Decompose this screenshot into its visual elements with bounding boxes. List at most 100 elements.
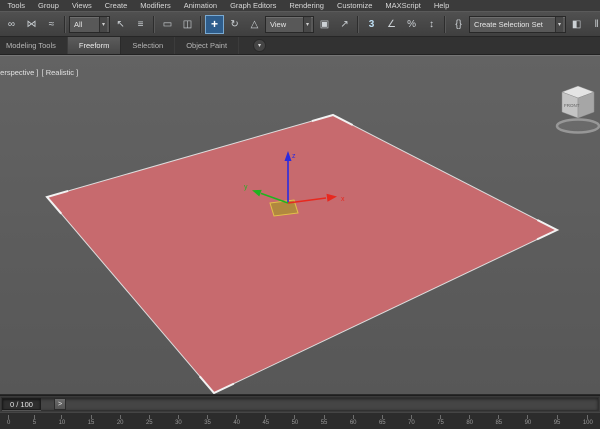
time-slider-handle[interactable]: 0 / 100 [2, 398, 41, 410]
tick-label: 20 [116, 420, 124, 426]
coord-system-value: View [270, 19, 287, 29]
rectangular-selection-region-button[interactable]: ▭ [158, 15, 177, 34]
tick-label: 95 [553, 420, 561, 426]
edit-named-selection-sets-button[interactable]: {} [449, 15, 468, 34]
selection-filter-value: All [74, 19, 83, 29]
viewcube-front-label: FRONT [564, 103, 580, 108]
menu-item[interactable]: Tools [1, 0, 32, 11]
tick-label: 30 [175, 420, 182, 426]
time-slider-bar: 0 / 100 > [0, 395, 600, 412]
plane-object[interactable] [46, 114, 559, 394]
trackbar-tick: 100 [583, 415, 593, 429]
tick-label: 50 [291, 420, 299, 426]
time-slider-track[interactable] [1, 397, 599, 411]
snap-toggle-3d-button[interactable]: 3 [362, 15, 381, 34]
tick-label: 35 [204, 420, 211, 426]
menu-item[interactable]: Help [427, 0, 455, 11]
menu-bar: Tools Group Views Create Modifiers Animation G… [0, 0, 600, 11]
select-and-manipulate-button[interactable]: ↗ [335, 15, 354, 34]
perspective-viewport[interactable]: [ Perspective ] [ Realistic ] z x [0, 55, 600, 395]
menu-item[interactable]: Customize [330, 0, 378, 11]
trackbar-tick: 60 [350, 415, 357, 429]
next-frame-button[interactable]: > [54, 398, 66, 410]
spinner-snap-toggle[interactable]: ↕ [422, 15, 441, 34]
tick-label: 0 [7, 420, 11, 426]
tick-mark [587, 415, 589, 419]
tick-label: 70 [408, 420, 415, 426]
menu-item[interactable]: Rendering [283, 0, 331, 11]
track-bar-ticks: 0 5 10 15 20 25 30 35 40 45 50 55 60 65 … [7, 415, 593, 429]
menu-item[interactable]: Graph Editors [224, 0, 283, 11]
select-and-link-button[interactable]: ∞ [2, 15, 21, 34]
viewport-scene[interactable]: z x y FRONT [0, 56, 600, 394]
tick-mark [469, 415, 471, 419]
angle-snap-toggle[interactable]: ∠ [382, 15, 401, 34]
tick-label: 15 [87, 420, 95, 426]
named-selection-sets-dropdown[interactable]: Create Selection Set ▾ [469, 15, 567, 33]
menu-item[interactable]: Animation [177, 0, 223, 11]
toolbar-separator [64, 15, 66, 33]
reference-coordinate-system-dropdown[interactable]: View ▾ [265, 15, 315, 33]
ribbon-minimize-button[interactable]: ▾ [253, 39, 267, 52]
trackbar-tick: 65 [379, 415, 386, 429]
trackbar-tick: 10 [59, 415, 65, 429]
tick-mark [61, 415, 63, 419]
chevron-down-icon: ▾ [555, 16, 564, 32]
tick-mark [527, 415, 529, 419]
trackbar-tick: 35 [204, 415, 211, 429]
mirror-button[interactable]: ◧ [567, 15, 586, 34]
tick-label: 100 [582, 420, 593, 426]
toolbar-separator [200, 15, 203, 33]
tick-mark [498, 415, 500, 419]
tick-label: 85 [495, 420, 503, 426]
trackbar-tick: 30 [175, 415, 182, 429]
trackbar-tick: 70 [408, 415, 415, 429]
bind-to-space-warp-button[interactable]: ≈ [42, 15, 61, 34]
menu-item[interactable]: MAXScript [379, 0, 427, 11]
select-object-button[interactable]: ↖ [111, 15, 130, 34]
app-window: Tools Group Views Create Modifiers Animation G… [0, 0, 600, 429]
track-bar[interactable]: 0 5 10 15 20 25 30 35 40 45 50 55 60 65 … [0, 412, 600, 429]
tab-freeform[interactable]: Freeform [67, 37, 122, 54]
trackbar-tick: 85 [495, 415, 502, 429]
chevron-down-icon: ▾ [99, 16, 108, 32]
tab-selection[interactable]: Selection [121, 37, 176, 54]
select-by-name-button[interactable]: ≡ [131, 15, 150, 34]
toolbar-separator [153, 15, 156, 33]
select-and-scale-button[interactable]: △ [245, 15, 264, 34]
tick-label: 5 [32, 420, 37, 426]
viewcube[interactable]: FRONT [555, 85, 600, 134]
tick-mark [440, 415, 442, 419]
align-button[interactable]: ‖ [587, 15, 600, 34]
select-and-rotate-button[interactable]: ↻ [225, 15, 244, 34]
gizmo-x-label: x [341, 196, 345, 203]
trackbar-tick: 90 [525, 415, 531, 429]
tab-object-paint[interactable]: Object Paint [175, 37, 240, 54]
use-pivot-point-center-button[interactable]: ▣ [315, 15, 334, 34]
trackbar-tick: 55 [320, 415, 328, 429]
viewport-pov-label[interactable]: [ Perspective ] [0, 68, 39, 77]
gizmo-y-label: y [244, 184, 248, 191]
tab-modeling-tools[interactable]: Modeling Tools [0, 37, 68, 54]
selection-filter-dropdown[interactable]: All ▾ [69, 15, 111, 33]
viewcube-compass-ring[interactable] [555, 118, 600, 134]
percent-snap-toggle[interactable]: % [402, 15, 421, 34]
unlink-selection-button[interactable]: ⋈ [22, 15, 41, 34]
viewport-shading-label[interactable]: [ Realistic ] [42, 68, 79, 77]
tick-mark [265, 415, 267, 419]
window-crossing-toggle[interactable]: ◫ [178, 15, 197, 34]
trackbar-tick: 25 [146, 415, 153, 429]
menu-item[interactable]: Create [98, 0, 134, 11]
tick-label: 25 [145, 420, 153, 426]
tick-label: 40 [233, 420, 240, 426]
trackbar-tick: 75 [437, 415, 444, 429]
menu-item[interactable]: Modifiers [134, 0, 177, 11]
tick-mark [323, 415, 325, 419]
chevron-down-icon: ▾ [303, 16, 312, 32]
tick-label: 65 [378, 420, 386, 426]
tick-mark [33, 415, 35, 419]
select-and-move-button[interactable]: + [205, 14, 225, 34]
tick-label: 55 [320, 420, 328, 426]
menu-item[interactable]: Views [65, 0, 98, 11]
menu-item[interactable]: Group [32, 0, 66, 11]
